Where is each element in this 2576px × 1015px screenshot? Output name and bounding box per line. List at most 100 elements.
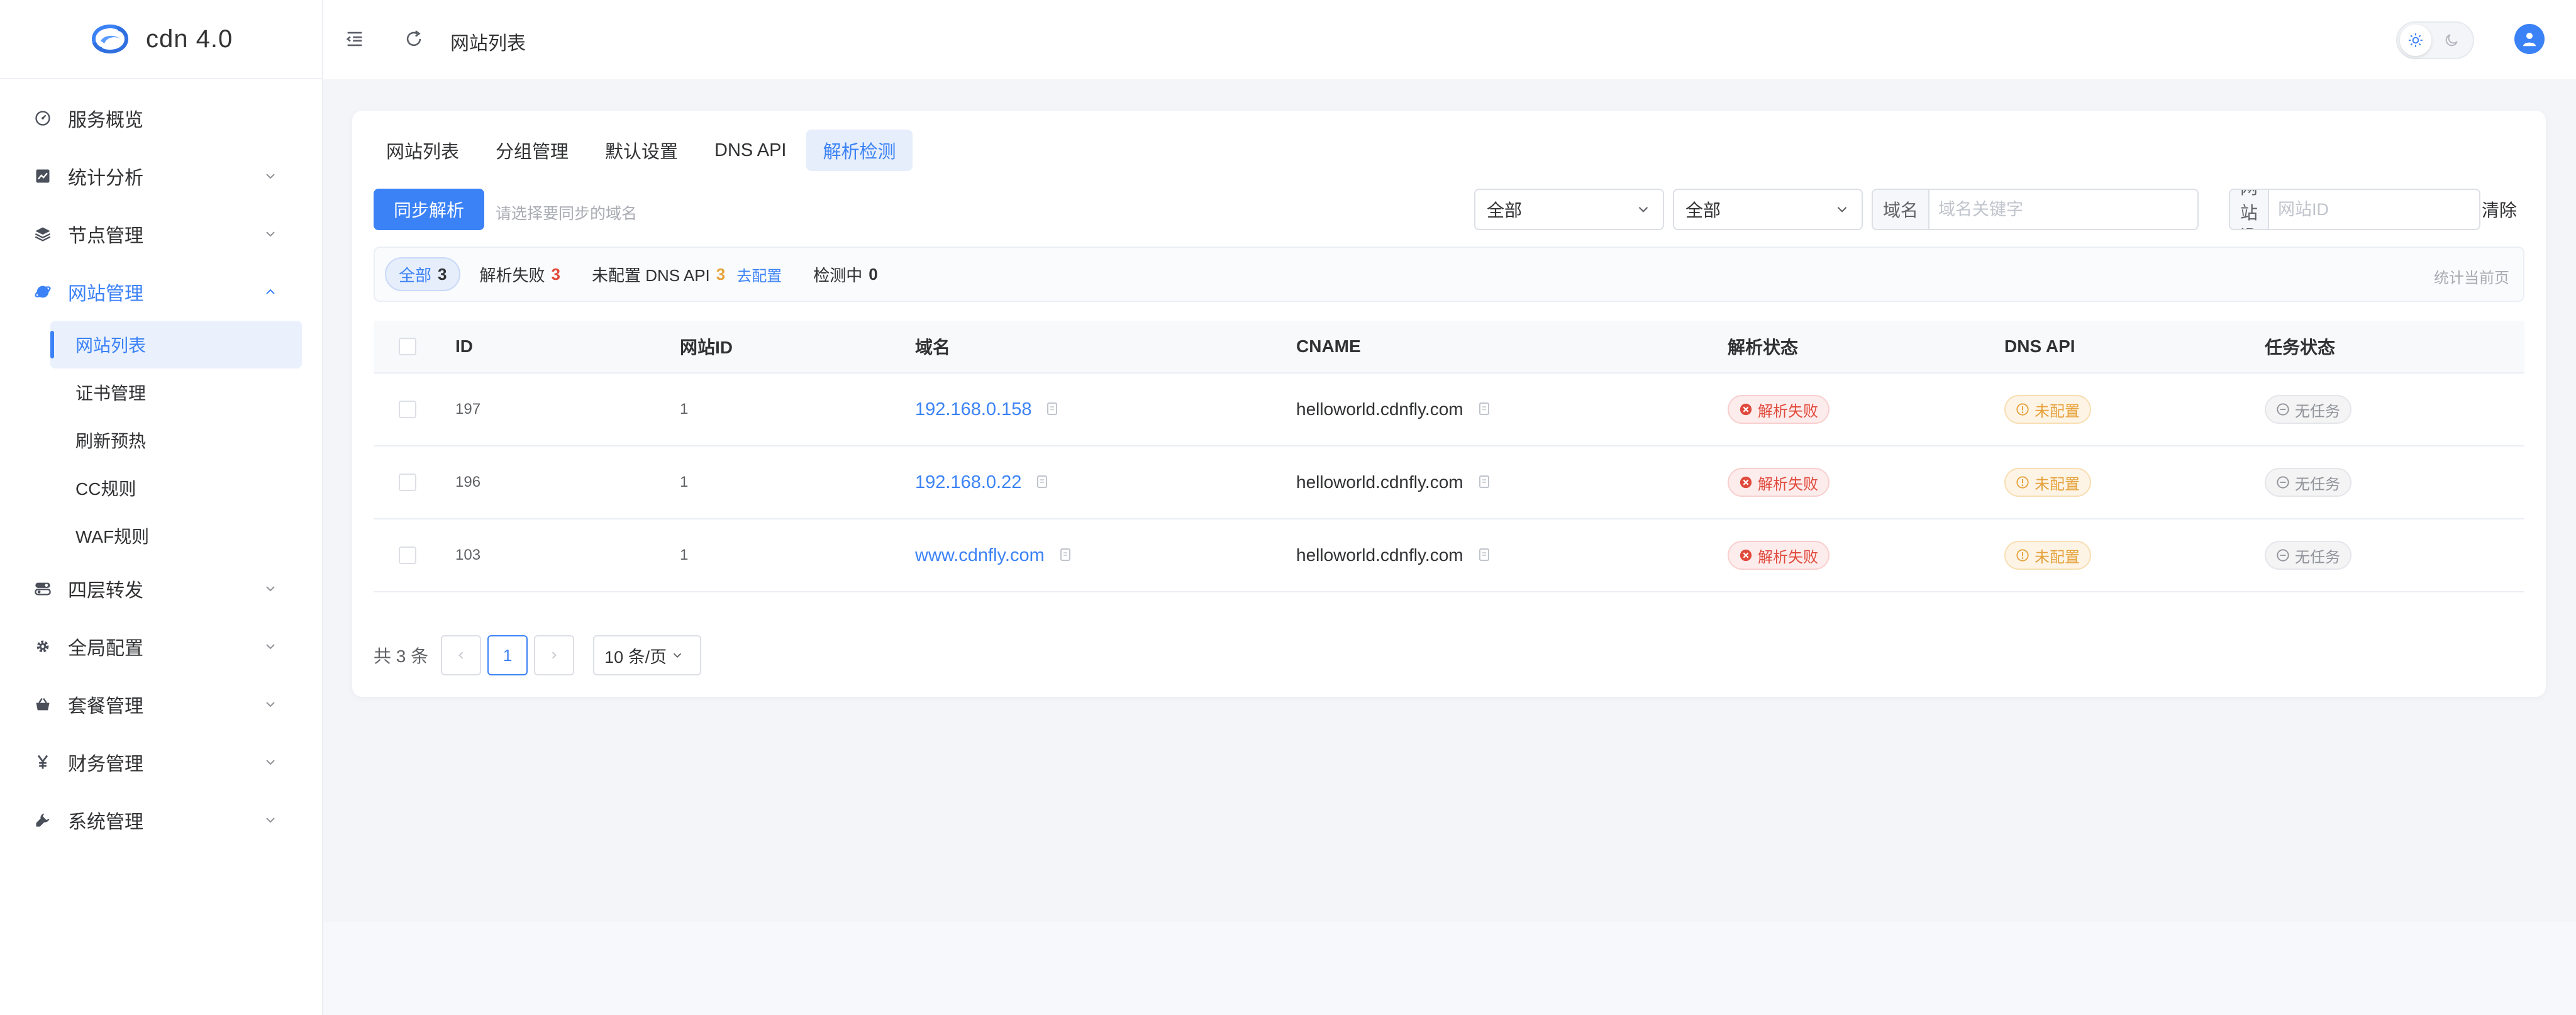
copy-icon[interactable]	[1477, 474, 1491, 491]
copy-icon[interactable]	[1058, 547, 1072, 563]
domain-link[interactable]: 192.168.0.22	[915, 472, 1021, 493]
chevron-down-icon	[266, 702, 275, 707]
sidebar-item-label: 服务概览	[68, 110, 143, 131]
tab-default-settings[interactable]: 默认设置	[589, 130, 694, 171]
next-page-button[interactable]	[534, 635, 575, 675]
sidebar-item-system[interactable]: 系统管理	[0, 791, 322, 849]
page-size-select[interactable]: 10 条/页	[593, 635, 702, 675]
submenu-item-cc-rules[interactable]: CC规则	[50, 464, 302, 512]
sidebar-item-overview[interactable]: 服务概览	[0, 89, 322, 147]
dns-api-badge: 未配置	[2004, 395, 2091, 424]
indent-icon	[346, 31, 362, 47]
clear-button[interactable]: 清除	[2474, 189, 2524, 230]
sidebar-item-websites[interactable]: 网站管理	[0, 263, 322, 321]
tab-site-list[interactable]: 网站列表	[370, 130, 475, 171]
sidebar-item-label: 统计分析	[68, 168, 143, 189]
siteid-search-input[interactable]	[2269, 190, 2479, 229]
sidebar-item-plans[interactable]: 套餐管理	[0, 675, 322, 733]
status-filter-select[interactable]: 全部	[1474, 189, 1664, 230]
filter-chip-no-dns-api[interactable]: 未配置 DNS API 3 去配置	[579, 257, 794, 291]
copy-icon[interactable]	[1477, 401, 1491, 418]
filter-chip-all[interactable]: 全部 3	[385, 257, 461, 291]
chip-label: 全部	[399, 265, 432, 285]
user-avatar[interactable]	[2514, 24, 2545, 54]
cell-status: 解析失败	[1728, 541, 2004, 570]
tab-resolve-check[interactable]: 解析检测	[806, 130, 913, 171]
cell-site-id: 1	[680, 401, 689, 418]
cell-cname: helloworld.cdnfly.com	[1296, 472, 1728, 492]
task-badge: 无任务	[2265, 395, 2351, 424]
filter-chip-failed[interactable]: 解析失败 3	[467, 257, 572, 291]
sidebar-item-global-config[interactable]: 全局配置	[0, 618, 322, 675]
select-all-checkbox[interactable]	[399, 338, 416, 355]
tab-dns-api[interactable]: DNS API	[698, 130, 802, 171]
row-checkbox[interactable]	[399, 546, 416, 564]
column-header-dns-api: DNS API	[2004, 336, 2075, 356]
column-header-status: 解析状态	[1728, 338, 1799, 357]
chevron-down-icon	[266, 818, 275, 823]
page-number-button[interactable]: 1	[487, 635, 528, 675]
column-header-id: ID	[455, 336, 473, 356]
sync-resolve-button[interactable]: 同步解析	[374, 189, 484, 230]
chip-count: 3	[551, 264, 560, 284]
domain-search-input[interactable]	[1929, 190, 2197, 229]
sidebar-menu: 服务概览 统计分析 节点管理 网站管理 网站列表 证书管理 刷新预热 CC规则 …	[0, 79, 322, 849]
status-badge: 解析失败	[1728, 395, 1829, 424]
gear-icon	[33, 636, 53, 657]
page-size-value: 10 条/页	[604, 647, 667, 667]
filter-chip-checking[interactable]: 检测中 0	[801, 257, 890, 291]
domain-link[interactable]: 192.168.0.158	[915, 399, 1031, 420]
copy-icon[interactable]	[1045, 401, 1059, 418]
cell-status: 解析失败	[1728, 468, 2004, 497]
table-header: ID 网站ID 域名 CNAME 解析状态 DNS API 任务状态	[374, 321, 2524, 374]
table-row: 196 1 192.168.0.22 helloworld.cdnfly.com…	[374, 446, 2524, 519]
column-header-domain: 域名	[915, 338, 951, 357]
chevron-up-icon	[266, 289, 275, 294]
submenu-item-certificates[interactable]: 证书管理	[50, 369, 302, 416]
column-header-cname: CNAME	[1296, 336, 1361, 356]
cell-id: 103	[455, 546, 481, 563]
sidebar-item-label: 节点管理	[68, 226, 143, 247]
configure-link[interactable]: 去配置	[736, 263, 782, 286]
collapse-menu-button[interactable]	[342, 26, 367, 52]
row-checkbox[interactable]	[399, 401, 416, 418]
cell-site-id: 1	[680, 474, 689, 491]
theme-toggle[interactable]	[2396, 21, 2474, 59]
sidebar-item-nodes[interactable]: 节点管理	[0, 205, 322, 263]
tab-group-management[interactable]: 分组管理	[479, 130, 585, 171]
sidebar-item-label: 套餐管理	[68, 696, 143, 717]
submenu-item-waf-rules[interactable]: WAF规则	[50, 512, 302, 560]
submenu-item-site-list[interactable]: 网站列表	[50, 321, 302, 369]
domain-link[interactable]: www.cdnfly.com	[915, 545, 1045, 566]
logo[interactable]: cdn 4.0	[0, 0, 322, 79]
minus-circle-icon	[2277, 549, 2289, 562]
domain-prefix-label: 域名	[1873, 190, 1930, 229]
copy-icon[interactable]	[1477, 547, 1491, 563]
chevron-down-icon	[266, 760, 275, 765]
sidebar-item-finance[interactable]: 财务管理	[0, 733, 322, 791]
refresh-button[interactable]	[401, 26, 426, 52]
submenu-item-purge-prefetch[interactable]: 刷新预热	[50, 416, 302, 464]
cell-id: 197	[455, 401, 481, 418]
cell-task: 无任务	[2265, 541, 2524, 570]
chip-count: 3	[438, 264, 447, 284]
sidebar-item-label: 财务管理	[68, 754, 143, 775]
dns-api-text: 未配置	[2035, 402, 2080, 420]
cell-status: 解析失败	[1728, 395, 2004, 424]
chevron-down-icon	[266, 644, 275, 650]
prev-page-button[interactable]	[441, 635, 482, 675]
moon-icon	[2439, 28, 2464, 53]
dns-api-badge: 未配置	[2004, 541, 2091, 570]
status-filter-bar: 全部 3 解析失败 3 未配置 DNS API 3 去配置 检测中 0 统计当前…	[374, 247, 2524, 302]
globe-icon	[33, 282, 53, 302]
sidebar-item-l4-forward[interactable]: 四层转发	[0, 560, 322, 618]
sidebar-item-statistics[interactable]: 统计分析	[0, 147, 322, 205]
chevron-right-icon	[552, 652, 557, 659]
chip-count: 0	[869, 264, 878, 284]
domain-search-group: 域名	[1872, 189, 2199, 230]
header-checkbox-cell	[374, 338, 455, 355]
row-checkbox[interactable]	[399, 474, 416, 491]
dns-filter-select[interactable]: 全部	[1673, 189, 1863, 230]
copy-icon[interactable]	[1035, 474, 1049, 491]
chevron-down-icon	[1638, 206, 1648, 213]
